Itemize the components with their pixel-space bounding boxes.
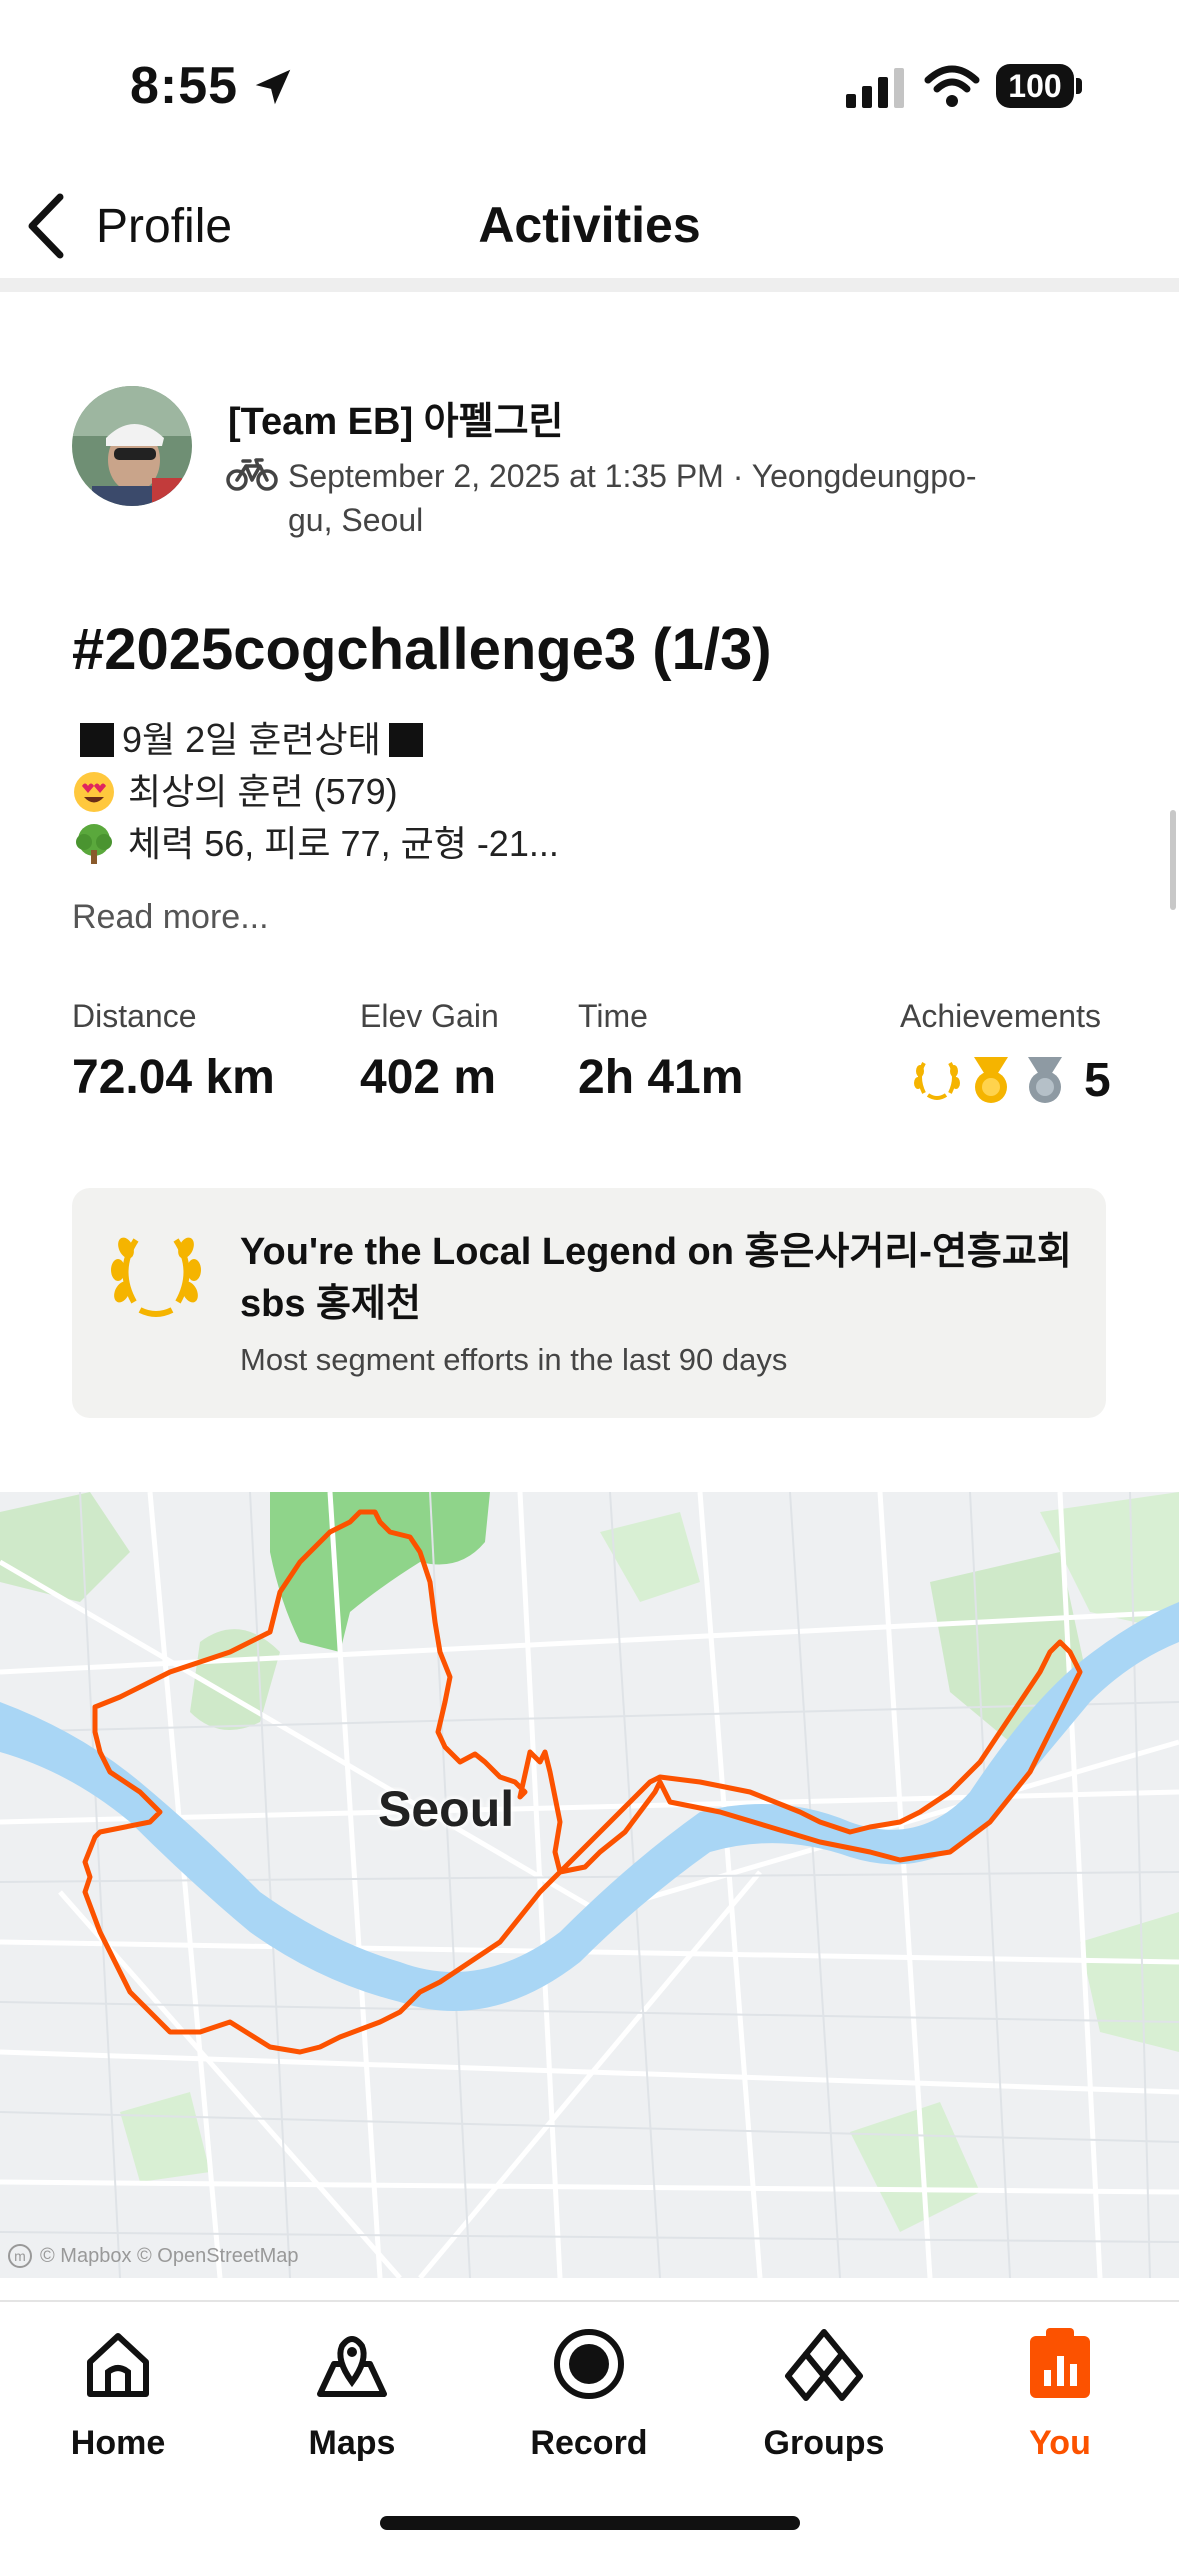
elev-gain-value: 402 m bbox=[360, 1051, 497, 1104]
local-legend-card[interactable]: You're the Local Legend on 홍은사거리-연흥교회 sb… bbox=[72, 1188, 1106, 1418]
tab-home[interactable]: Home bbox=[18, 2324, 218, 2463]
tab-you-label: You bbox=[1029, 2424, 1091, 2462]
desc-line-3: 체력 56, 피로 77, 균형 -21... bbox=[128, 823, 559, 864]
attribution-text: © Mapbox © OpenStreetMap bbox=[40, 2244, 299, 2267]
cellular-signal-icon bbox=[846, 68, 904, 108]
time-value: 2h 41m bbox=[578, 1051, 744, 1104]
black-square-icon bbox=[80, 723, 114, 757]
bike-icon bbox=[226, 458, 278, 491]
activity-description: 9월 2일 훈련상태 최상의 훈련 (579) 체력 56, 피로 77, 균형… bbox=[72, 714, 559, 870]
map-attribution[interactable]: m © Mapbox © OpenStreetMap bbox=[8, 2244, 299, 2268]
activity-meta: September 2, 2025 at 1:35 PM · Yeongdeun… bbox=[288, 458, 977, 538]
elev-gain-label: Elev Gain bbox=[360, 998, 499, 1034]
tab-maps-label: Maps bbox=[308, 2424, 396, 2462]
battery-level: 100 bbox=[996, 64, 1074, 108]
wifi-icon bbox=[924, 65, 980, 107]
home-icon bbox=[87, 2333, 149, 2397]
activity-title: #2025cogchallenge3 (1/3) bbox=[72, 617, 772, 682]
battery-icon: 100 bbox=[996, 64, 1082, 108]
desc-line-1: 9월 2일 훈련상태 bbox=[122, 719, 381, 760]
home-indicator[interactable] bbox=[380, 2516, 800, 2530]
page-title: Activities bbox=[478, 197, 701, 253]
tab-groups-label: Groups bbox=[763, 2424, 885, 2462]
avatar[interactable] bbox=[72, 386, 192, 506]
status-bar: 8:55 100 bbox=[0, 0, 1179, 160]
laurel-icon bbox=[111, 1237, 201, 1317]
tab-you[interactable]: You bbox=[960, 2324, 1160, 2463]
tab-groups[interactable]: Groups bbox=[724, 2324, 924, 2463]
tree-emoji-icon bbox=[76, 824, 112, 864]
time-label: Time bbox=[578, 998, 648, 1034]
heart-eyes-emoji-icon bbox=[74, 772, 114, 812]
maps-icon bbox=[317, 2336, 387, 2397]
local-legend-subtitle: Most segment efforts in the last 90 days bbox=[240, 1342, 788, 1377]
athlete-name[interactable]: [Team EB] 아펠그린 bbox=[228, 390, 564, 445]
tab-home-label: Home bbox=[70, 2424, 166, 2462]
location-arrow-icon bbox=[255, 69, 291, 105]
status-time: 8:55 bbox=[130, 57, 239, 115]
record-icon bbox=[554, 2329, 624, 2399]
achievements-label: Achievements bbox=[900, 998, 1101, 1034]
laurel-icon bbox=[914, 1062, 960, 1100]
route-map[interactable] bbox=[0, 1492, 1179, 2278]
desc-line-2: 최상의 훈련 (579) bbox=[128, 771, 398, 812]
map-city-label: Seoul bbox=[378, 1781, 515, 1837]
scroll-indicator bbox=[1170, 810, 1176, 910]
distance-label: Distance bbox=[72, 998, 197, 1034]
black-square-icon bbox=[388, 723, 423, 757]
you-icon bbox=[1030, 2328, 1090, 2398]
read-more-link[interactable]: Read more... bbox=[72, 898, 269, 937]
achievements-count: 5 bbox=[1084, 1053, 1111, 1107]
nav-header: Profile Activities bbox=[0, 160, 1179, 292]
tab-record[interactable]: Record bbox=[489, 2324, 689, 2463]
groups-icon bbox=[785, 2329, 863, 2401]
gold-medal-icon bbox=[974, 1057, 1008, 1103]
tab-record-label: Record bbox=[530, 2424, 648, 2462]
mapbox-logo-icon: m bbox=[8, 2244, 32, 2268]
distance-value: 72.04 km bbox=[72, 1051, 275, 1104]
achievements[interactable]: 5 bbox=[912, 1052, 1111, 1108]
local-legend-title: You're the Local Legend on 홍은사거리-연흥교회 sb… bbox=[240, 1231, 1072, 1325]
tab-maps[interactable]: Maps bbox=[252, 2324, 452, 2463]
silver-medal-icon bbox=[1028, 1057, 1062, 1103]
